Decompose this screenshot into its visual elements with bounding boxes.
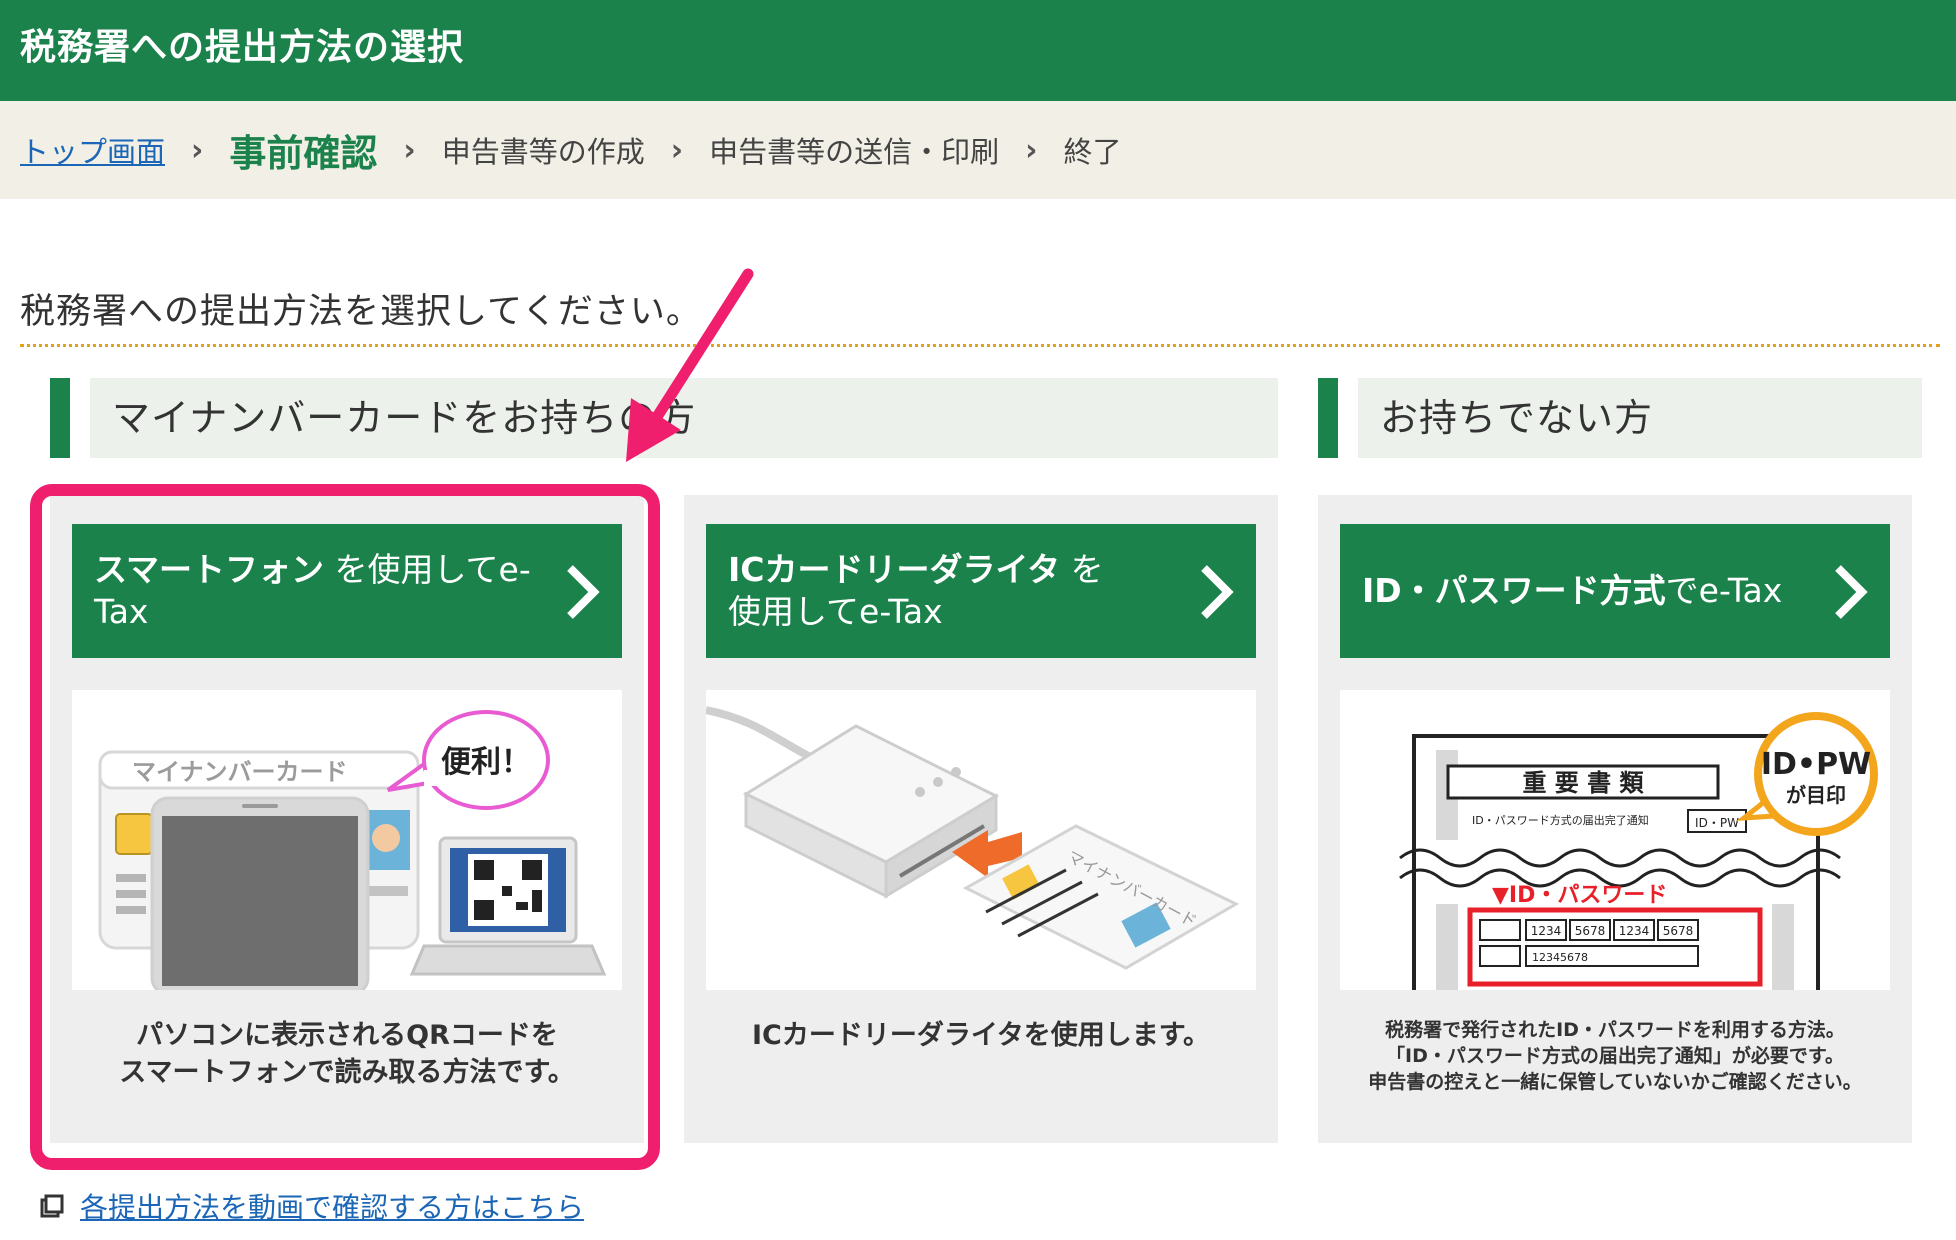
external-window-icon — [40, 1194, 64, 1218]
chevron-right-icon — [567, 565, 600, 619]
id-password-description: 税務署で発行されたID・パスワードを利用する方法。 「ID・パスワード方式の届出… — [1368, 1019, 1862, 1093]
button-label: スマートフォン を使用してe-Tax — [94, 550, 531, 631]
category-heading-with-card: マイナンバーカードをお持ちの方 — [90, 378, 1278, 458]
button-label: ID・パスワード方式でe-Tax — [1362, 571, 1783, 610]
method-card-id-password: ID・パスワード方式でe-Tax 重 要 書 類 ID・パスワード方式の届出完了… — [1318, 495, 1912, 1143]
method-card-smartphone: スマートフォン を使用してe-Tax マイナンバーカード 便利！ パソコンに表示… — [50, 495, 644, 1143]
category-accent-bar — [1318, 378, 1338, 458]
svg-text:1234: 1234 — [1531, 924, 1562, 938]
breadcrumb-step-send: 申告書等の送信・印刷 — [709, 135, 1000, 169]
method-card-ic-reader: ICカードリーダライタ を使用してe-Tax マイナンバーカード ICカードリー… — [684, 495, 1278, 1143]
button-label: ICカードリーダライタ を使用してe-Tax — [728, 550, 1104, 631]
breadcrumb-separator: › — [1025, 132, 1038, 168]
ic-reader-description: ICカードリーダライタを使用します。 — [751, 1020, 1211, 1051]
page-title: 税務署への提出方法の選択 — [20, 27, 465, 68]
breadcrumb-separator: › — [670, 132, 684, 168]
chevron-right-icon — [1835, 565, 1868, 619]
smartphone-description: パソコンに表示されるQRコードを スマートフォンで読み取る方法です。 — [119, 1020, 575, 1088]
doc-title-text: 重 要 書 類 — [1522, 769, 1644, 797]
breadcrumb: トップ画面 › 事前確認 › 申告書等の作成 › 申告書等の送信・印刷 › 終了 — [0, 101, 1956, 199]
breadcrumb-step-create: 申告書等の作成 — [441, 135, 645, 169]
badge-top-text: ID•PW — [1761, 747, 1871, 782]
bubble-text: 便利！ — [441, 745, 531, 780]
doc-tag-text: ID・PW — [1695, 816, 1739, 830]
category-accent-bar — [50, 378, 70, 458]
id-password-etax-button[interactable]: ID・パスワード方式でe-Tax — [1340, 524, 1890, 658]
breadcrumb-step-finish: 終了 — [1063, 135, 1122, 169]
svg-text:5678: 5678 — [1663, 924, 1694, 938]
svg-text:5678: 5678 — [1575, 924, 1606, 938]
ic-reader-illustration: マイナンバーカード — [706, 690, 1256, 990]
svg-text:12345678: 12345678 — [1532, 951, 1588, 964]
svg-text:1234: 1234 — [1619, 924, 1650, 938]
page-header: 税務署への提出方法の選択 — [0, 0, 1956, 101]
smartphone-etax-button[interactable]: スマートフォン を使用してe-Tax — [72, 524, 622, 658]
id-password-illustration: 重 要 書 類 ID・パスワード方式の届出完了通知 ID・PW ID•PW が目… — [1340, 690, 1890, 990]
category-heading-without-card: お持ちでない方 — [1358, 378, 1922, 458]
id-heading-text: ▼ID・パスワード — [1492, 883, 1667, 908]
smartphone-illustration: マイナンバーカード 便利！ — [72, 690, 622, 990]
breadcrumb-separator: › — [191, 132, 204, 168]
doc-subtitle-text: ID・パスワード方式の届出完了通知 — [1472, 813, 1649, 827]
video-guide-link-text[interactable]: 各提出方法を動画で確認する方はこちら — [80, 1186, 584, 1226]
ic-reader-etax-button[interactable]: ICカードリーダライタ を使用してe-Tax — [706, 524, 1256, 658]
breadcrumb-current-step: 事前確認 — [229, 132, 378, 175]
card-title-text: マイナンバーカード — [132, 758, 348, 786]
breadcrumb-separator: › — [403, 132, 416, 168]
video-guide-link[interactable]: 各提出方法を動画で確認する方はこちら — [40, 1186, 584, 1226]
breadcrumb-top-link[interactable]: トップ画面 — [20, 129, 165, 171]
instruction-text: 税務署への提出方法を選択してください。 — [20, 292, 702, 332]
chevron-right-icon — [1201, 565, 1234, 619]
badge-bottom-text: が目印 — [1786, 783, 1846, 807]
dotted-divider — [20, 344, 1940, 347]
